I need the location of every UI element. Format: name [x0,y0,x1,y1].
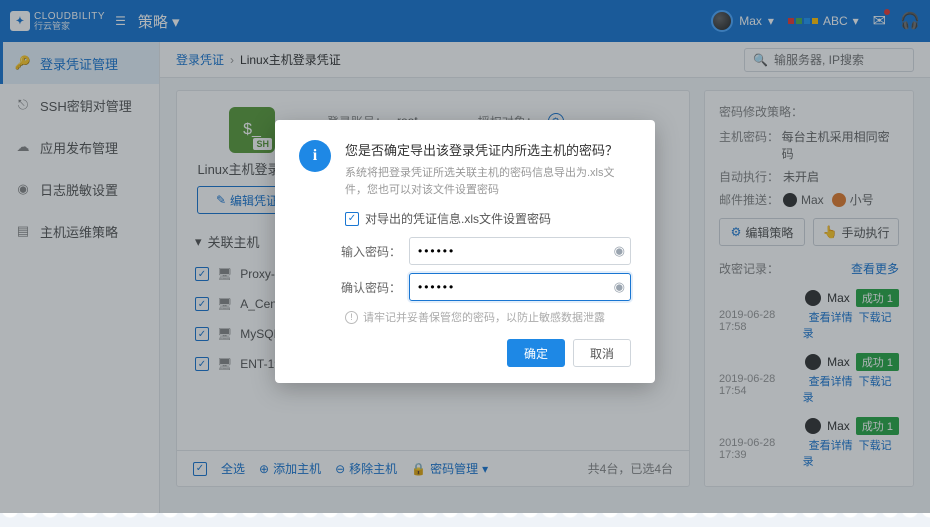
cancel-button[interactable]: 取消 [573,339,631,367]
modal-mask: i 您是否确定导出该登录凭证内所选主机的密码？ 系统将把登录凭证所选关联主机的密… [0,0,930,527]
confirm-password-field[interactable] [409,273,631,301]
password-hint: ! 请牢记并妥善保管您的密码，以防止敏感数据泄露 [345,309,631,325]
confirm-password-label: 确认密码： [329,279,401,296]
modal-title: 您是否确定导出该登录凭证内所选主机的密码？ [345,140,631,159]
eye-icon[interactable]: ◉ [614,243,625,259]
input-password-field[interactable] [409,237,631,265]
set-password-checkbox-row[interactable]: ✓ 对导出的凭证信息.xls文件设置密码 [345,210,631,227]
eye-icon[interactable]: ◉ [614,279,625,295]
torn-edge [0,513,930,527]
modal-subtitle: 系统将把登录凭证所选关联主机的密码信息导出为.xls文件，您也可以对该文件设置密… [345,165,631,198]
ok-button[interactable]: 确定 [507,339,565,367]
export-password-modal: i 您是否确定导出该登录凭证内所选主机的密码？ 系统将把登录凭证所选关联主机的密… [275,120,655,383]
checkbox-icon[interactable]: ✓ [345,212,359,226]
info-small-icon: ! [345,311,358,324]
info-icon: i [299,140,331,172]
input-password-label: 输入密码： [329,243,401,260]
checkbox-label: 对导出的凭证信息.xls文件设置密码 [365,210,551,227]
